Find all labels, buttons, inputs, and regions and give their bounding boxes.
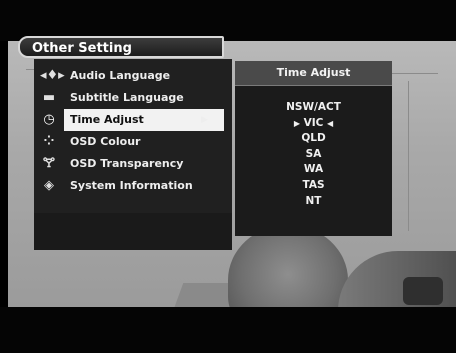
- menu-title: Other Setting: [18, 36, 224, 58]
- settings-panel-footer: [34, 213, 232, 250]
- region-option[interactable]: NSW/ACT: [235, 100, 392, 116]
- region-list: NSW/ACT ▶ VIC ◀ QLD SA WA TAS NT: [235, 100, 392, 209]
- settings-panel: ◂♦▸ Audio Language ▬ Subtitle Language ◷…: [34, 59, 232, 213]
- menu-item-label: System Information: [70, 179, 193, 192]
- audio-language-icon: ◂♦▸: [40, 68, 65, 83]
- region-label: SA: [305, 147, 322, 160]
- selection-right-arrow-icon: ◀: [327, 118, 334, 128]
- region-label: VIC: [303, 116, 324, 129]
- region-label: NT: [305, 194, 322, 207]
- time-adjust-title: Time Adjust: [235, 61, 392, 86]
- region-option[interactable]: TAS: [235, 178, 392, 194]
- menu-item-label: Subtitle Language: [70, 91, 184, 104]
- region-label: TAS: [302, 178, 325, 191]
- region-label: WA: [303, 163, 324, 176]
- menu-item-time-adjust[interactable]: ◷ Time Adjust ▶: [43, 109, 224, 131]
- region-option[interactable]: QLD: [235, 131, 392, 147]
- osd-transparency-icon: 🝖: [42, 156, 56, 171]
- time-adjust-panel: Time Adjust NSW/ACT ▶ VIC ◀ QLD SA WA TA…: [235, 61, 392, 236]
- region-option[interactable]: WA: [235, 162, 392, 178]
- menu-item-label: OSD Colour: [70, 135, 141, 148]
- menu-item-osd-colour[interactable]: ⁘ OSD Colour: [44, 131, 224, 153]
- letterbox-bottom: [0, 307, 456, 353]
- region-option[interactable]: SA: [235, 147, 392, 163]
- menu-item-audio-language[interactable]: ◂♦▸ Audio Language: [40, 65, 224, 87]
- region-label: NSW/ACT: [286, 101, 341, 113]
- person-head: [228, 225, 348, 307]
- osd-colour-icon: ⁘: [43, 134, 55, 149]
- submenu-arrow-icon: ▶: [201, 115, 208, 125]
- menu-item-osd-transparency[interactable]: 🝖 OSD Transparency: [43, 153, 224, 175]
- menu-item-label: OSD Transparency: [70, 157, 184, 170]
- menu-item-label: Audio Language: [70, 69, 171, 82]
- menu-item-system-information[interactable]: ◈ System Information: [44, 175, 224, 197]
- menu-item-label: Time Adjust: [64, 109, 224, 131]
- region-label: QLD: [301, 132, 326, 145]
- system-information-icon: ◈: [44, 178, 54, 193]
- selection-left-arrow-icon: ▶: [293, 118, 300, 128]
- subtitle-icon: ▬: [42, 90, 56, 105]
- region-option[interactable]: NT: [235, 194, 392, 210]
- region-option-selected[interactable]: ▶ VIC ◀: [235, 116, 392, 132]
- settings-list: ◂♦▸ Audio Language ▬ Subtitle Language ◷…: [40, 65, 224, 197]
- letterbox-top: [0, 0, 456, 41]
- menu-item-subtitle-language[interactable]: ▬ Subtitle Language: [43, 87, 224, 109]
- uniform-strap: [403, 277, 443, 305]
- map-line: [408, 81, 409, 231]
- clock-icon: ◷: [43, 112, 55, 127]
